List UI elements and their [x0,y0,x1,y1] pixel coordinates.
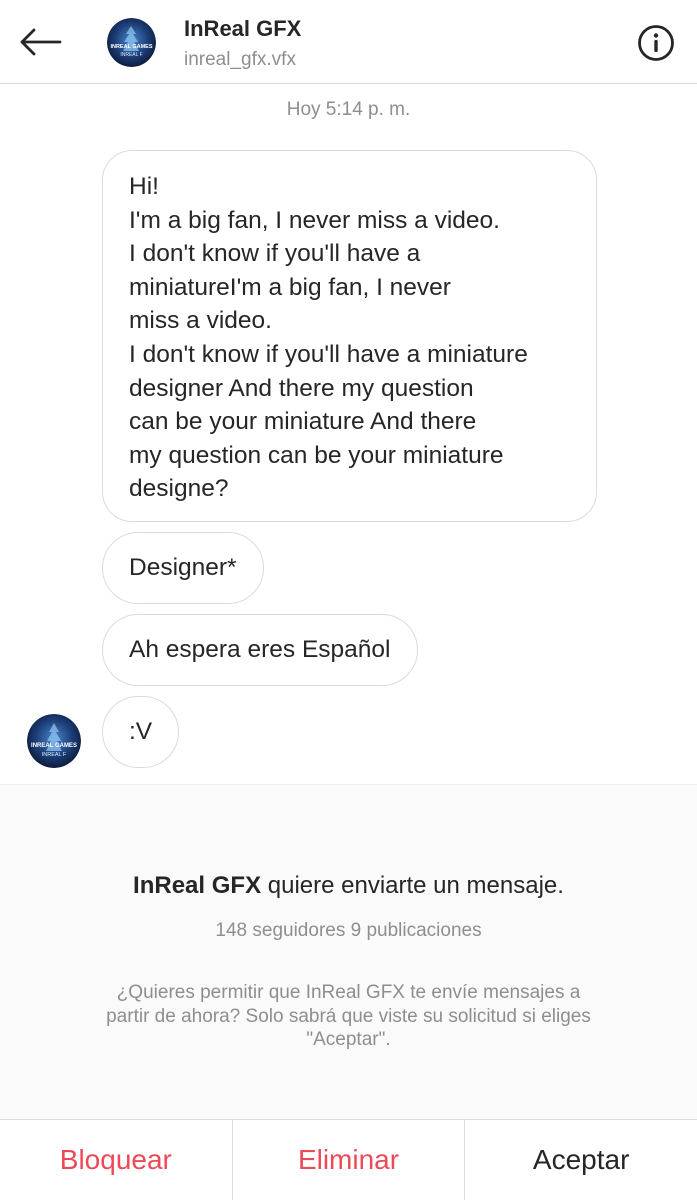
avatar-logo-text: INREAL F [42,752,67,758]
chat-header: INREAL GAMES INREAL F InReal GFX inreal_… [0,0,697,84]
info-button[interactable] [634,21,678,65]
avatar-logo-text: INREAL GAMES [31,743,77,749]
request-sender-name: InReal GFX [133,872,262,899]
back-button[interactable] [14,20,66,64]
message-bubble[interactable]: :V [102,696,180,768]
message-bubble[interactable]: Designer* [102,532,264,604]
contact-name[interactable]: InReal GFX [184,16,301,42]
request-action-bar: Bloquear Eliminar Aceptar [0,1119,697,1200]
avatar-logo-text: INREAL GAMES [110,44,152,50]
message-bubble[interactable]: Ah espera eres Español [102,614,418,686]
contact-username[interactable]: inreal_gfx.vfx [184,49,296,71]
accept-button[interactable]: Aceptar [464,1120,697,1200]
request-description: ¿Quieres permitir que InReal GFX te enví… [106,982,591,1050]
message-timestamp: Hoy 5:14 p. m. [286,99,411,120]
message-bubble[interactable]: Hi! I'm a big fan, I never miss a video.… [102,150,597,522]
request-title-text: quiere enviarte un mensaje. [261,872,564,899]
info-circle-icon [638,25,674,61]
request-title: InReal GFX quiere enviarte un mensaje. [0,872,697,900]
block-button[interactable]: Bloquear [0,1120,232,1200]
arrow-left-icon [20,28,62,56]
header-avatar[interactable]: INREAL GAMES INREAL F [107,18,156,67]
delete-button[interactable]: Eliminar [231,1120,465,1200]
sender-stats: 148 seguidores 9 publicaciones [215,920,482,941]
sender-avatar[interactable]: INREAL GAMES INREAL F [27,714,81,768]
avatar-logo-text: INREAL F [120,52,142,58]
message-request-panel: InReal GFX quiere enviarte un mensaje. 1… [0,784,697,1120]
